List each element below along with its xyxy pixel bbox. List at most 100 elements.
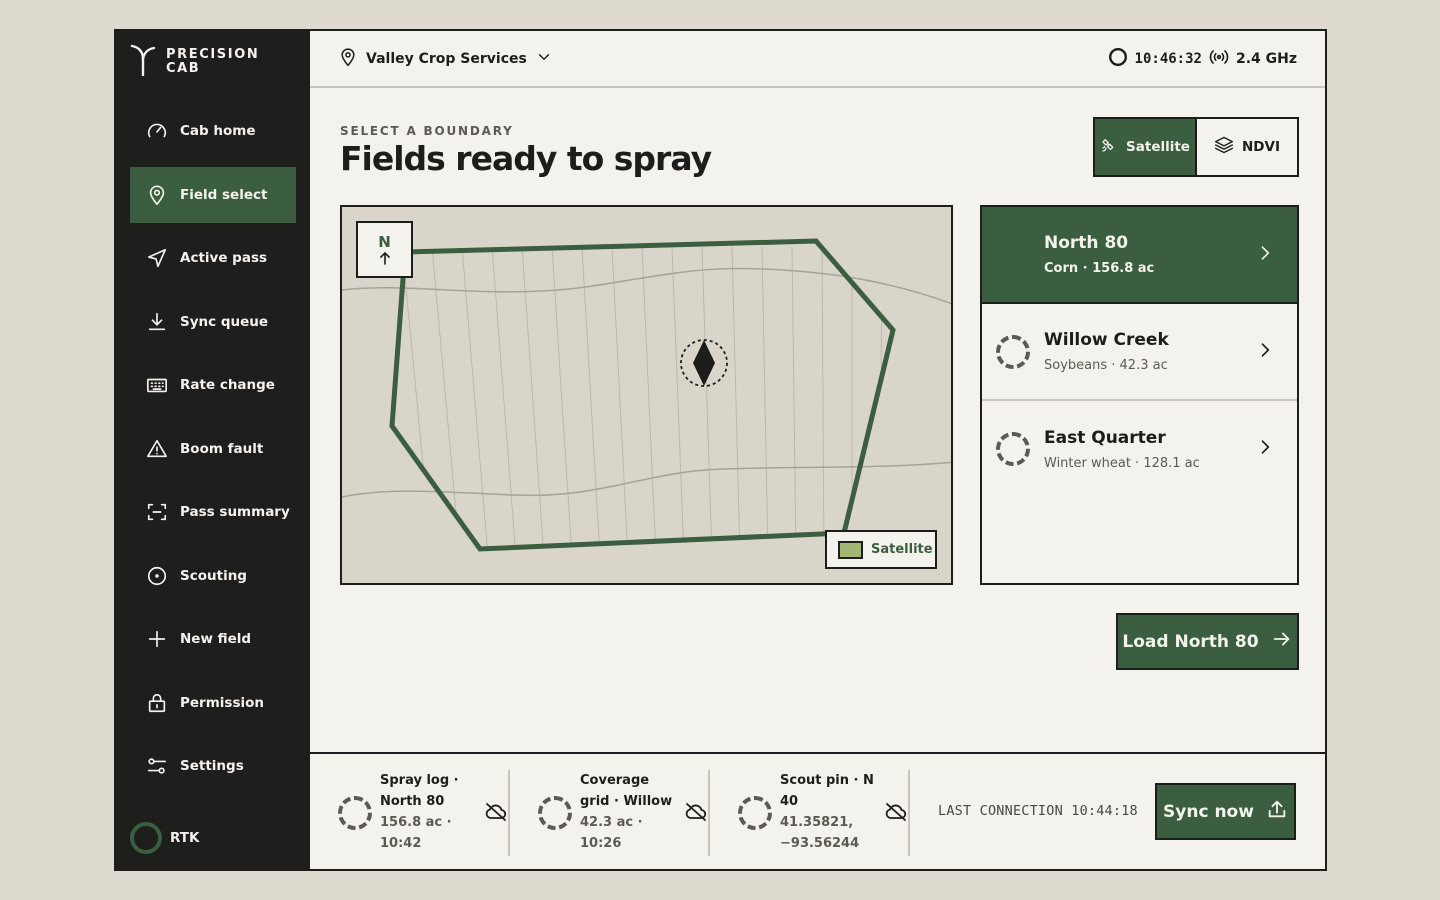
map-view-toggle: Satellite NDVI	[1093, 117, 1299, 177]
pending-ring-icon	[538, 796, 572, 830]
field-name: North 80	[1044, 233, 1129, 253]
brand: PRECISION CAB	[130, 44, 259, 80]
sidebar-item-label: Sync queue	[180, 314, 269, 330]
queue-item-meta: 156.8 ac · 10:42	[380, 815, 452, 851]
lock-icon	[146, 692, 168, 714]
gps-ring-icon	[1107, 46, 1129, 72]
radio-signal-icon	[1208, 46, 1230, 72]
ndvi-toggle-label: NDVI	[1242, 139, 1280, 155]
download-icon	[146, 311, 168, 333]
page-title: Fields ready to spray	[340, 139, 712, 178]
layers-icon	[1214, 135, 1234, 159]
queue-item-meta: 41.35821, −93.56244	[780, 815, 860, 851]
sidebar-item-field-select[interactable]: Field select	[130, 167, 296, 223]
queue-item-meta: 42.3 ac · 10:26	[580, 815, 643, 851]
sidebar-item-new-field[interactable]: New field	[130, 611, 296, 667]
field-item-willow-creek[interactable]: Willow Creek Soybeans · 42.3 ac	[982, 304, 1297, 401]
rtk-status: RTK	[130, 822, 199, 854]
sidebar-item-rate-change[interactable]: Rate change	[130, 357, 296, 413]
queue-item-title: Coverage grid · Willow	[580, 773, 673, 809]
sidebar-item-cab-home[interactable]: Cab home	[130, 103, 296, 159]
chevron-down-icon	[535, 48, 553, 70]
queue-item[interactable]: Coverage grid · Willow 42.3 ac · 10:26	[510, 770, 710, 856]
pending-ring-icon	[738, 796, 772, 830]
sidebar-item-label: New field	[180, 631, 252, 647]
sidebar-item-label: Scouting	[180, 568, 247, 584]
rtk-ring-icon	[130, 822, 162, 854]
satellite-toggle-button[interactable]: Satellite	[1095, 119, 1197, 175]
sidebar-item-label: Settings	[180, 758, 244, 774]
map-pin-icon	[338, 47, 358, 71]
field-subtitle: Winter wheat · 128.1 ac	[1044, 456, 1200, 471]
last-connection-status: LAST CONNECTION 10:44:18	[938, 803, 1138, 819]
queue-item[interactable]: Spray log · North 80 156.8 ac · 10:42	[310, 770, 510, 856]
legend-label: Satellite	[871, 542, 933, 557]
brand-line-1: PRECISION	[166, 47, 260, 62]
field-name: Willow Creek	[1044, 330, 1169, 350]
queue-item[interactable]: Scout pin · N 40 41.35821, −93.56244	[710, 770, 910, 856]
map-pin-icon	[146, 184, 168, 206]
sidebar-item-label: Pass summary	[180, 504, 290, 520]
satellite-icon	[1100, 136, 1118, 158]
compass-north-label: N	[378, 233, 391, 251]
app-window: PRECISION CAB Cab home Field select Acti…	[114, 29, 1327, 871]
chevron-right-icon	[1255, 437, 1275, 461]
sidebar-item-label: Active pass	[180, 250, 268, 266]
field-list: North 80 Corn · 156.8 ac Willow Creek So…	[980, 205, 1299, 585]
org-selector[interactable]: Valley Crop Services	[338, 47, 553, 71]
compass-widget: N	[356, 221, 413, 278]
chevron-right-icon	[1255, 340, 1275, 364]
plus-icon	[146, 628, 168, 650]
gauge-icon	[146, 120, 168, 142]
field-map[interactable]: N Satellite	[340, 205, 953, 585]
section-eyebrow: SELECT A BOUNDARY	[340, 124, 514, 138]
arrow-right-icon	[1271, 628, 1293, 655]
field-name: East Quarter	[1044, 428, 1166, 448]
sidebar-item-label: Cab home	[180, 123, 256, 139]
field-subtitle: Soybeans · 42.3 ac	[1044, 358, 1168, 373]
sidebar-item-settings[interactable]: Settings	[130, 738, 296, 794]
field-item-north-80[interactable]: North 80 Corn · 156.8 ac	[982, 207, 1297, 304]
sliders-icon	[146, 755, 168, 777]
tractor-position-icon	[680, 339, 728, 387]
sync-now-button[interactable]: Sync now	[1155, 783, 1296, 840]
sidebar-item-label: Permission	[180, 695, 264, 711]
queue-item-title: Scout pin · N 40	[780, 773, 874, 809]
org-name: Valley Crop Services	[366, 50, 527, 67]
ndvi-toggle-button[interactable]: NDVI	[1197, 119, 1297, 175]
sidebar-item-active-pass[interactable]: Active pass	[130, 230, 296, 286]
warning-triangle-icon	[146, 438, 168, 460]
top-bar: Valley Crop Services 10:46:32 2.4 GHz	[310, 31, 1325, 88]
pending-ring-icon	[996, 432, 1030, 466]
keyboard-icon	[146, 374, 168, 396]
sidebar-item-pass-summary[interactable]: Pass summary	[130, 484, 296, 540]
field-subtitle: Corn · 156.8 ac	[1044, 261, 1155, 276]
scan-frame-icon	[146, 501, 168, 523]
chevron-right-icon	[1255, 243, 1275, 267]
queue-item-title: Spray log · North 80	[380, 773, 459, 809]
load-field-button[interactable]: Load North 80	[1116, 613, 1299, 670]
sidebar-item-sync-queue[interactable]: Sync queue	[130, 294, 296, 350]
sidebar: PRECISION CAB Cab home Field select Acti…	[116, 31, 310, 869]
map-contour-upper	[342, 267, 951, 305]
field-item-east-quarter[interactable]: East Quarter Winter wheat · 128.1 ac	[982, 401, 1297, 498]
map-legend: Satellite	[825, 530, 937, 569]
sidebar-item-scouting[interactable]: Scouting	[130, 548, 296, 604]
field-boundary-north-80[interactable]	[389, 238, 896, 552]
pending-ring-icon	[996, 335, 1030, 369]
rtk-label: RTK	[170, 830, 200, 846]
navigation-arrow-icon	[146, 247, 168, 269]
cloud-off-icon	[884, 800, 908, 828]
status-cluster: 10:46:32 2.4 GHz	[1107, 46, 1297, 72]
pending-ring-icon	[338, 796, 372, 830]
sidebar-item-permission[interactable]: Permission	[130, 675, 296, 731]
satellite-toggle-label: Satellite	[1126, 139, 1190, 155]
sprout-logo-icon	[130, 44, 156, 80]
clock: 10:46:32	[1134, 50, 1202, 67]
load-button-label: Load North 80	[1122, 631, 1259, 652]
cloud-off-icon	[684, 800, 708, 828]
brand-line-2: CAB	[166, 61, 201, 76]
sidebar-item-label: Rate change	[180, 377, 275, 393]
satellite-swatch	[838, 540, 863, 559]
sidebar-item-boom-fault[interactable]: Boom fault	[130, 421, 296, 477]
